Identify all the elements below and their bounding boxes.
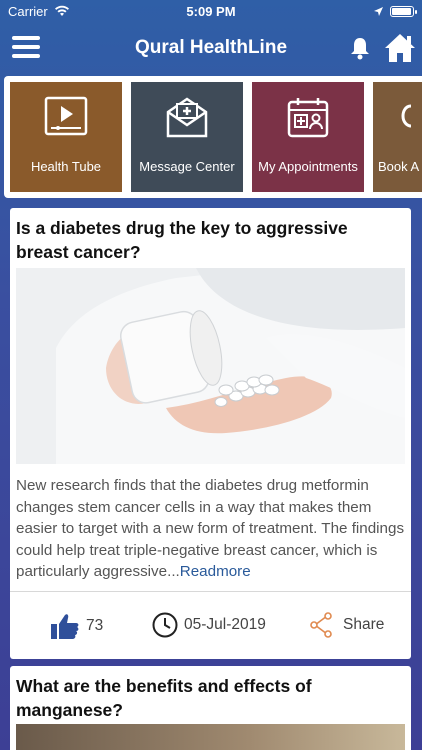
tile-label: My Appointments — [258, 159, 358, 174]
tile-health-tube[interactable]: Health Tube — [10, 82, 122, 192]
article-title[interactable]: Is a diabetes drug the key to aggressive… — [10, 208, 411, 264]
article-card[interactable]: What are the benefits and effects of man… — [10, 666, 411, 750]
tile-label: Health Tube — [30, 159, 102, 174]
article-title[interactable]: What are the benefits and effects of man… — [10, 666, 411, 722]
book-icon — [401, 104, 412, 128]
article-description: New research finds that the diabetes dru… — [16, 475, 406, 583]
nav-bar: Qural HealthLine — [0, 22, 422, 74]
tile-my-appointments[interactable]: My Appointments — [252, 82, 364, 192]
readmore-link[interactable]: Readmore — [180, 563, 251, 580]
share-label: Share — [343, 616, 385, 633]
tile-message-center[interactable]: Message Center — [131, 82, 243, 192]
tile-label: Book A — [378, 159, 420, 174]
article-actions: 73 05-Jul-2019 Share — [10, 592, 411, 659]
pills-in-hand-image — [16, 268, 405, 464]
article-date-text: 05-Jul-2019 — [184, 616, 266, 633]
clock-icon — [152, 612, 178, 638]
location-arrow-icon — [374, 6, 383, 16]
wifi-icon — [54, 5, 69, 16]
carrier-label: Carrier — [8, 3, 48, 19]
home-icon[interactable] — [383, 32, 417, 64]
status-bar: Carrier 5:09 PM — [0, 0, 422, 22]
share-button[interactable]: Share — [309, 612, 384, 638]
bell-icon[interactable] — [349, 36, 371, 60]
article-image[interactable] — [16, 724, 405, 750]
menu-button[interactable] — [12, 36, 40, 58]
battery-icon — [390, 5, 417, 17]
envelope-icon — [166, 97, 208, 138]
article-date: 05-Jul-2019 — [152, 612, 266, 638]
status-time: 5:09 PM — [186, 3, 236, 19]
like-button[interactable]: 73 — [50, 612, 103, 640]
share-icon — [310, 612, 332, 638]
article-image[interactable] — [16, 268, 405, 464]
app-title: Qural HealthLine — [134, 37, 288, 58]
like-count: 73 — [86, 617, 104, 634]
thumbs-up-icon — [51, 614, 79, 639]
tile-book-appointment[interactable]: Book A — [373, 82, 422, 192]
tile-label: Message Center — [139, 159, 235, 174]
quick-links-strip: Health Tube Message Center My Appointmen… — [4, 76, 422, 198]
video-player-icon — [44, 96, 88, 136]
calendar-icon — [287, 98, 329, 138]
article-card[interactable]: Is a diabetes drug the key to aggressive… — [10, 208, 411, 659]
